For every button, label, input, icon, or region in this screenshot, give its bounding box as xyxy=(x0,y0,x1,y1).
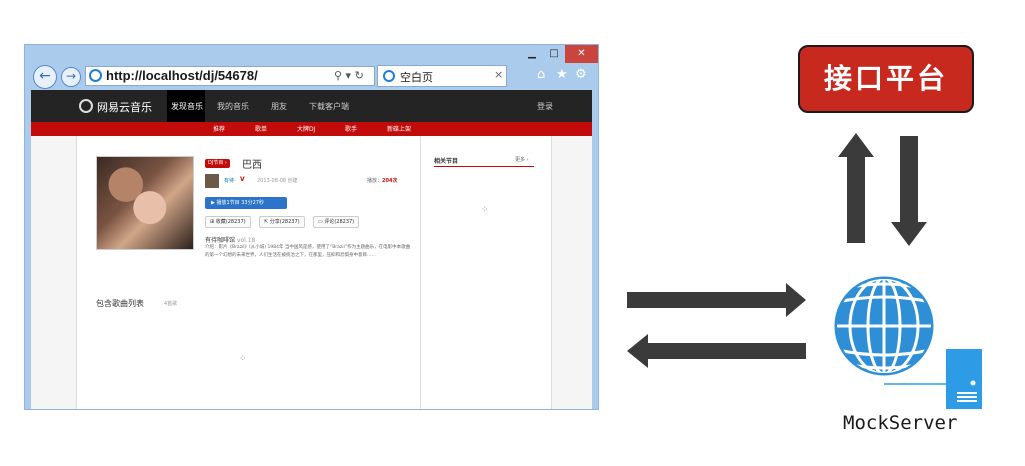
diagram-arrows xyxy=(627,133,982,409)
mockserver-label: MockServer xyxy=(843,412,958,434)
up-arrow-icon xyxy=(838,133,874,243)
globe-icon xyxy=(834,276,934,376)
left-arrow-icon xyxy=(627,334,806,368)
server-icon xyxy=(946,349,982,409)
down-arrow-icon xyxy=(891,136,927,246)
right-arrow-icon xyxy=(627,283,806,317)
